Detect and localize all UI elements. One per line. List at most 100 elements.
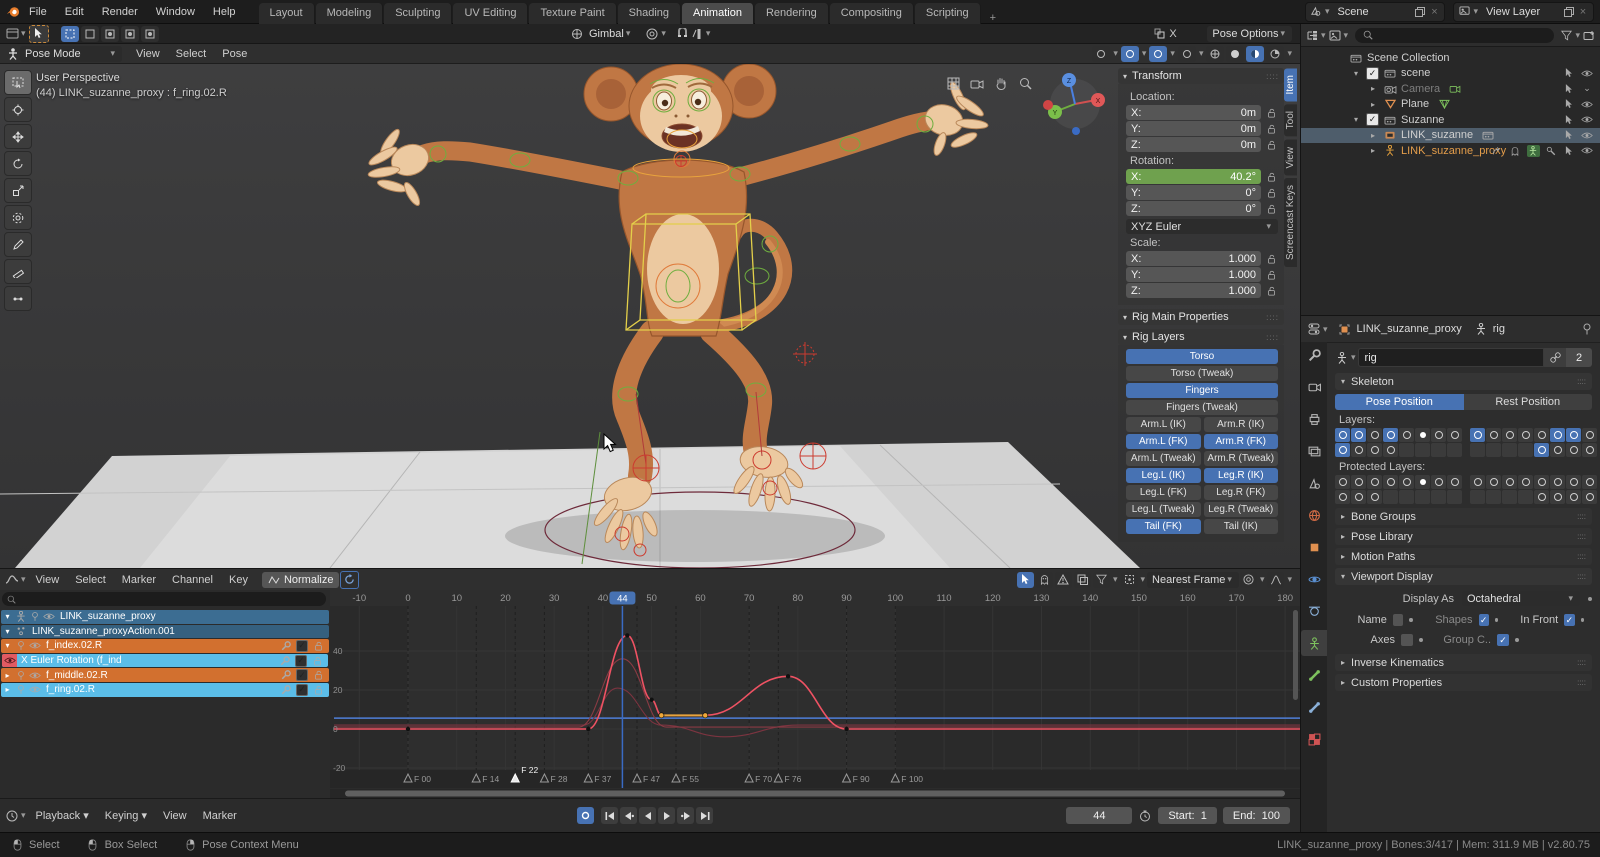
rig-layer-fingers-tweak-[interactable]: Fingers (Tweak) (1126, 400, 1278, 415)
outliner-row-link_suzanne_proxy[interactable]: ▸LINK_suzanne_proxy (1301, 143, 1600, 159)
sidebar-tab-screencast-keys[interactable]: Screencast Keys (1284, 178, 1297, 267)
breadcrumb-object[interactable]: LINK_suzanne_proxy (1357, 323, 1462, 335)
panel-motion-paths[interactable]: ▸Motion Paths:::: (1335, 548, 1592, 565)
outliner-row-camera[interactable]: ▸Camera⌄ (1301, 81, 1600, 97)
sidebar-tab-view[interactable]: View (1284, 140, 1297, 176)
ghost-curves-icon[interactable] (1036, 572, 1053, 588)
navigation-gizmo[interactable]: X Y Z (1043, 73, 1105, 135)
eye-icon[interactable] (1580, 66, 1594, 80)
proportional-edit-icon[interactable] (645, 27, 659, 41)
vertical-scrollbar[interactable] (1293, 610, 1298, 700)
expand-toggle[interactable]: ▾ (1, 641, 14, 650)
tool-annotate[interactable] (4, 232, 32, 257)
workspace-tab-layout[interactable]: Layout (259, 3, 315, 24)
protected-layer-toggle[interactable] (1470, 490, 1485, 504)
pan-hand-icon[interactable] (994, 76, 1008, 90)
editor-type-icon[interactable] (5, 27, 19, 41)
zoom-icon[interactable] (1018, 76, 1032, 90)
auto-normalize-refresh-icon[interactable] (340, 571, 359, 589)
select-mode-lasso[interactable] (121, 26, 139, 42)
rig-layer-leg-r-tweak-[interactable]: Leg.R (Tweak) (1204, 502, 1279, 517)
protected-layer-toggle[interactable] (1431, 475, 1446, 489)
workspace-tab-texture-paint[interactable]: Texture Paint (529, 3, 616, 24)
outliner-row-scene collection[interactable]: Scene Collection (1301, 50, 1600, 66)
skeleton-panel-header[interactable]: ▾Skeleton:::: (1335, 373, 1592, 390)
layer-toggle[interactable] (1399, 443, 1414, 457)
checkbox-axes[interactable] (1401, 634, 1413, 646)
select-arrow-icon[interactable] (1562, 66, 1576, 80)
outliner-row-plane[interactable]: ▸Plane (1301, 97, 1600, 113)
gizmo-dropdown[interactable] (1121, 46, 1139, 62)
eye-icon[interactable] (1580, 128, 1594, 142)
protected-layer-toggle[interactable] (1383, 475, 1398, 489)
rig-layer-tail-fk-[interactable]: Tail (FK) (1126, 519, 1201, 534)
channel-f-middle-02-r[interactable]: ▸f_middle.02.R✓ (1, 668, 329, 682)
workspace-tab-rendering[interactable]: Rendering (755, 3, 829, 24)
select-mode-tweak[interactable] (61, 26, 79, 42)
collection-checkbox[interactable]: ✓ (1366, 113, 1379, 126)
jump-to-end-button[interactable] (696, 807, 713, 824)
id-users-count[interactable]: 2 (1566, 348, 1592, 367)
protected-layer-toggle[interactable] (1518, 475, 1533, 489)
protected-layer-toggle[interactable] (1470, 475, 1485, 489)
channel-enable-checkbox[interactable]: ✓ (296, 669, 308, 681)
graph-menu-view[interactable]: View (28, 574, 68, 586)
pivot-point-icon[interactable] (1121, 572, 1138, 588)
rig-layer-leg-l-ik-[interactable]: Leg.L (IK) (1126, 468, 1201, 483)
location-x-field[interactable]: X:0m (1126, 105, 1261, 120)
protected-layer-toggle[interactable] (1367, 475, 1382, 489)
lock-open-icon[interactable] (1264, 140, 1278, 150)
properties-tab-world[interactable] (1301, 502, 1327, 528)
layer-toggle[interactable] (1335, 428, 1350, 442)
checkbox-name[interactable] (1393, 614, 1403, 626)
select-mode-paint[interactable] (141, 26, 159, 42)
expand-toggle[interactable]: ▸ (1371, 131, 1383, 140)
timeline-menu-keying[interactable]: Keying ▾ (97, 809, 155, 822)
tool-transform[interactable] (4, 205, 32, 230)
mode-dropdown[interactable]: Pose Mode▾ (20, 46, 122, 62)
tool-breakdowner[interactable] (4, 286, 32, 311)
checkbox-in-front[interactable]: ✓ (1564, 614, 1574, 626)
menu-help[interactable]: Help (204, 0, 245, 24)
scale-x-field[interactable]: X:1.000 (1126, 251, 1261, 266)
lock-open-icon[interactable] (1264, 124, 1278, 134)
layer-toggle[interactable] (1351, 428, 1366, 442)
layer-toggle[interactable] (1383, 428, 1398, 442)
checkbox-shapes[interactable]: ✓ (1479, 614, 1489, 626)
rig-layer-torso-tweak-[interactable]: Torso (Tweak) (1126, 366, 1278, 381)
layer-toggle[interactable] (1415, 443, 1430, 457)
rotation-y-field[interactable]: Y:0° (1126, 185, 1261, 200)
camera-view-icon[interactable] (970, 76, 984, 90)
add-workspace-button[interactable]: + (982, 12, 1004, 24)
channel-enable-checkbox[interactable]: ✓ (296, 640, 308, 652)
pin-icon[interactable] (1580, 322, 1594, 336)
channel-link-suzanne-proxy[interactable]: ▾LINK_suzanne_proxy (1, 610, 329, 624)
collection-checkbox[interactable]: ✓ (1366, 67, 1379, 80)
tool-select-box[interactable] (4, 70, 32, 95)
location-z-field[interactable]: Z:0m (1126, 137, 1261, 152)
protected-layer-toggle[interactable] (1486, 490, 1501, 504)
play-button[interactable] (658, 807, 675, 824)
layer-toggle[interactable] (1582, 428, 1597, 442)
rig-layer-tail-ik-[interactable]: Tail (IK) (1204, 519, 1279, 534)
protected-layer-toggle[interactable] (1550, 490, 1565, 504)
protected-layer-toggle[interactable] (1566, 475, 1581, 489)
eye-icon[interactable] (1580, 113, 1594, 127)
falloff-icon[interactable] (1267, 572, 1284, 588)
jump-to-start-button[interactable] (601, 807, 618, 824)
layer-toggle[interactable] (1518, 443, 1533, 457)
sidebar-tab-item[interactable]: Item (1284, 68, 1297, 101)
location-y-field[interactable]: Y:0m (1126, 121, 1261, 136)
channel-x-euler-rotation-f-ind[interactable]: X Euler Rotation (f_ind✓ (2, 654, 328, 668)
scene-selector[interactable]: ▾ Scene × (1305, 2, 1446, 22)
scale-z-field[interactable]: Z:1.000 (1126, 283, 1261, 298)
workspace-tab-uv-editing[interactable]: UV Editing (453, 3, 528, 24)
layer-toggle[interactable] (1367, 428, 1382, 442)
new-collection-icon[interactable] (1582, 28, 1596, 42)
overlay-icon[interactable] (1074, 572, 1091, 588)
animate-dot[interactable] (1419, 638, 1423, 642)
breadcrumb-data[interactable]: rig (1493, 323, 1505, 335)
rig-layer-torso[interactable]: Torso (1126, 349, 1278, 364)
layer-toggle[interactable] (1534, 428, 1549, 442)
shading-solid-button[interactable] (1226, 46, 1244, 62)
